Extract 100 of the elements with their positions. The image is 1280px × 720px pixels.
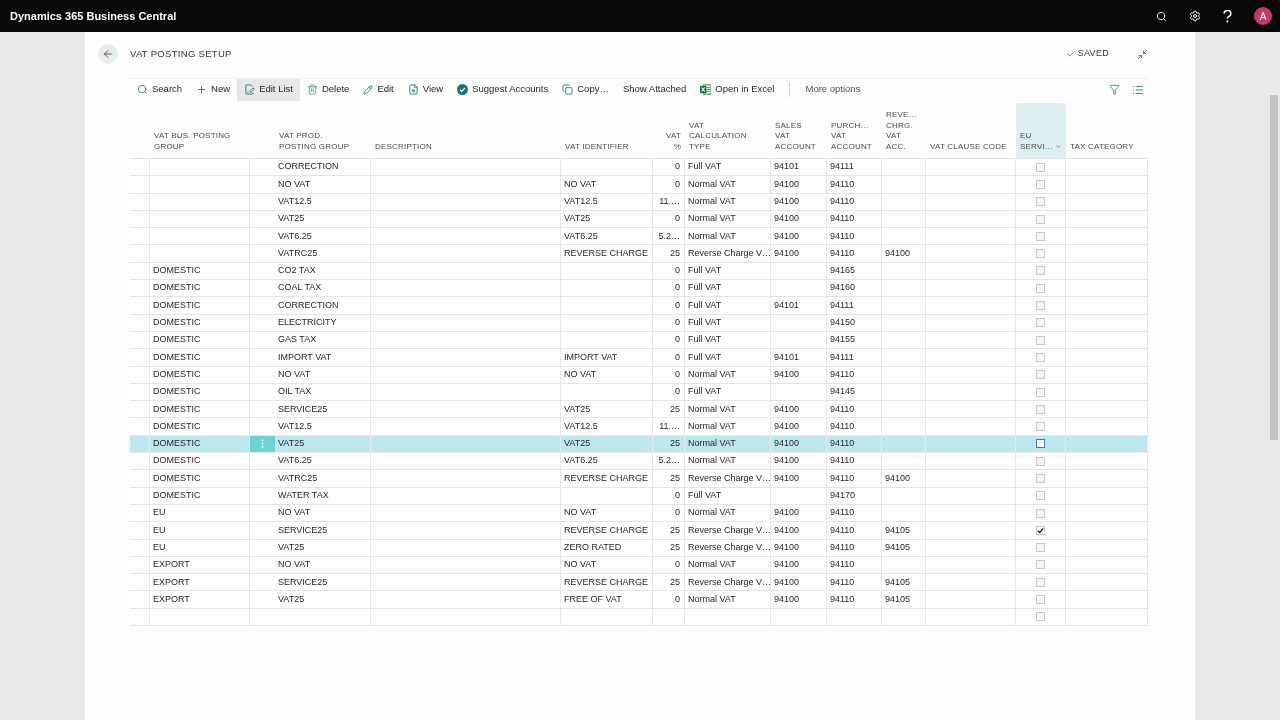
table-cell: VAT25 <box>275 435 371 453</box>
table-cell: 94100 <box>771 401 827 418</box>
settings-button[interactable] <box>1189 10 1201 22</box>
checkbox[interactable] <box>1036 422 1045 432</box>
table-row[interactable]: DOMESTIC VATRC25 REVERSE CHARGE 25 Reverse Charge V… 94100 94110 94100 <box>130 470 1148 488</box>
column-header[interactable]: VAT CLAUSE CODE <box>926 103 1016 158</box>
table-row[interactable]: EU SERVICE25 REVERSE CHARGE 25 Reverse Charge V… 94100 94110 94105 <box>130 522 1148 540</box>
checkbox[interactable] <box>1036 352 1045 362</box>
column-header[interactable]: PURCH… VAT ACCOUNT <box>827 103 882 158</box>
back-button[interactable] <box>98 44 118 64</box>
table-cell: 94165 <box>827 262 882 280</box>
toolbar-button[interactable]: Show Attached <box>615 78 694 101</box>
table-row[interactable]: VATRC25 REVERSE CHARGE 25 Reverse Charge V… 94100 94110 94100 <box>130 245 1148 263</box>
table-row[interactable]: EXPORT SERVICE25 REVERSE CHARGE 25 Reverse Charge V… 94100 94110 94105 <box>130 574 1148 592</box>
toolbar-button[interactable]: Suggest Accounts <box>450 78 556 101</box>
column-header[interactable]: VAT BUS. POSTING GROUP <box>150 103 250 158</box>
table-row[interactable]: NO VAT NO VAT 0 Normal VAT 94100 94110 <box>130 176 1148 194</box>
table-cell: REVERSE CHARGE <box>561 245 653 262</box>
checkbox[interactable] <box>1036 231 1045 241</box>
help-button[interactable] <box>1223 9 1232 23</box>
table-row[interactable]: DOMESTIC CORRECTION 0 Full VAT 94101 94111 <box>130 297 1148 315</box>
table-row[interactable]: DOMESTIC SERVICE25 VAT25 25 Normal VAT 94100 94110 <box>130 401 1148 419</box>
toolbar-button[interactable]: View <box>400 78 451 101</box>
toolbar-button[interactable]: Edit List <box>237 78 300 101</box>
checkbox[interactable] <box>1036 543 1045 553</box>
checkbox[interactable] <box>1036 439 1045 449</box>
table-cell: 0 <box>653 176 685 193</box>
list-view-button[interactable] <box>1132 83 1144 96</box>
table-cell: 94101 <box>771 159 827 176</box>
table-cell: Normal VAT <box>685 435 771 453</box>
column-header[interactable]: DESCRIPTION <box>371 103 561 158</box>
copy-icon <box>562 84 574 95</box>
toolbar-button[interactable]: Search <box>130 78 190 101</box>
table-row[interactable]: EXPORT VAT25 FREE OF VAT 0 Normal VAT 94100 94110 94105 <box>130 591 1148 609</box>
table-cell: 94110 <box>827 522 882 539</box>
checkbox[interactable] <box>1036 387 1045 397</box>
column-header[interactable]: VAT PROD. POSTING GROUP <box>275 103 371 158</box>
column-header[interactable]: VAT CALCULATION TYPE <box>685 103 771 158</box>
checkbox[interactable] <box>1036 491 1045 501</box>
column-header[interactable]: TAX CATEGORY <box>1066 103 1148 158</box>
table-cell: EU <box>150 522 250 539</box>
table-cell: 25 <box>653 574 685 591</box>
checkbox[interactable] <box>1036 197 1045 207</box>
checkbox[interactable] <box>1036 214 1045 224</box>
table-cell: EXPORT <box>150 574 250 591</box>
table-cell: NO VAT <box>561 176 653 193</box>
column-header[interactable]: SALES VAT ACCOUNT <box>771 103 827 158</box>
checkbox[interactable] <box>1036 179 1045 189</box>
table-cell: Full VAT <box>685 262 771 280</box>
chevron-down-icon <box>1055 142 1062 151</box>
checkbox[interactable] <box>1036 474 1045 483</box>
checkbox[interactable] <box>1036 283 1045 293</box>
checkbox[interactable] <box>1036 612 1045 622</box>
table-cell: NO VAT <box>561 504 653 522</box>
checkbox[interactable] <box>1036 577 1045 587</box>
checkbox[interactable] <box>1036 560 1045 570</box>
toolbar-button[interactable]: Copy… <box>555 78 616 101</box>
column-header[interactable]: EU SERVI… <box>1016 103 1066 158</box>
checkbox[interactable] <box>1036 404 1045 414</box>
column-header[interactable]: VAT IDENTIFIER <box>561 103 653 158</box>
table-row[interactable]: DOMESTIC VAT6.25 VAT6.25 5.2… Normal VAT 94100 94110 <box>130 453 1148 471</box>
table-row[interactable]: CORRECTION 0 Full VAT 94101 94111 <box>130 159 1148 177</box>
toolbar-button[interactable]: Open in Excel <box>693 78 782 101</box>
table-cell: 94100 <box>771 210 827 228</box>
checkbox[interactable] <box>1036 508 1045 518</box>
checkbox[interactable] <box>1036 595 1045 605</box>
checkbox[interactable] <box>1036 335 1045 345</box>
collapse-button[interactable] <box>1137 48 1148 60</box>
toolbar-button[interactable]: New <box>189 78 238 101</box>
checkbox[interactable] <box>1036 249 1045 259</box>
table-row[interactable]: DOMESTIC VAT12.5 VAT12.5 11.… Normal VAT 94100 94110 <box>130 418 1148 436</box>
toolbar-button[interactable]: Edit <box>356 78 401 101</box>
table-cell: DOMESTIC <box>150 280 250 297</box>
column-header[interactable]: REVE… CHRG. VAT ACC. <box>882 103 926 158</box>
table-cell: 0 <box>653 556 685 574</box>
checkbox[interactable] <box>1036 162 1045 172</box>
table-row[interactable]: DOMESTIC COAL TAX 0 Full VAT 94160 <box>130 280 1148 298</box>
table-row[interactable]: DOMESTIC IMPORT VAT IMPORT VAT 0 Full VAT 94101 94111 <box>130 349 1148 367</box>
table-cell: 94155 <box>827 331 882 349</box>
toolbar-button[interactable]: Delete <box>299 78 357 101</box>
table-cell: 11.… <box>653 193 685 210</box>
search-button[interactable] <box>1156 10 1167 22</box>
table-cell: DOMESTIC <box>150 349 250 366</box>
table-cell: 94145 <box>827 383 882 401</box>
checkbox[interactable] <box>1036 370 1045 380</box>
table-row[interactable]: VAT6.25 VAT6.25 5.2… Normal VAT 94100 94110 <box>130 228 1148 246</box>
checkbox[interactable] <box>1036 456 1045 466</box>
checkbox[interactable] <box>1036 525 1045 535</box>
column-header[interactable]: VAT % <box>653 103 685 158</box>
filter-button[interactable] <box>1109 84 1120 95</box>
user-avatar[interactable]: A <box>1254 7 1272 25</box>
table-cell: IMPORT VAT <box>561 349 653 366</box>
table-cell: VAT6.25 <box>275 453 371 470</box>
checkbox[interactable] <box>1036 318 1045 328</box>
more-options-button[interactable]: More options <box>798 78 868 101</box>
scrollbar-thumb[interactable] <box>1270 95 1278 440</box>
table-cell: 94110 <box>827 504 882 522</box>
checkbox[interactable] <box>1036 266 1045 276</box>
checkbox[interactable] <box>1036 301 1045 310</box>
table-cell: SERVICE25 <box>275 522 371 539</box>
